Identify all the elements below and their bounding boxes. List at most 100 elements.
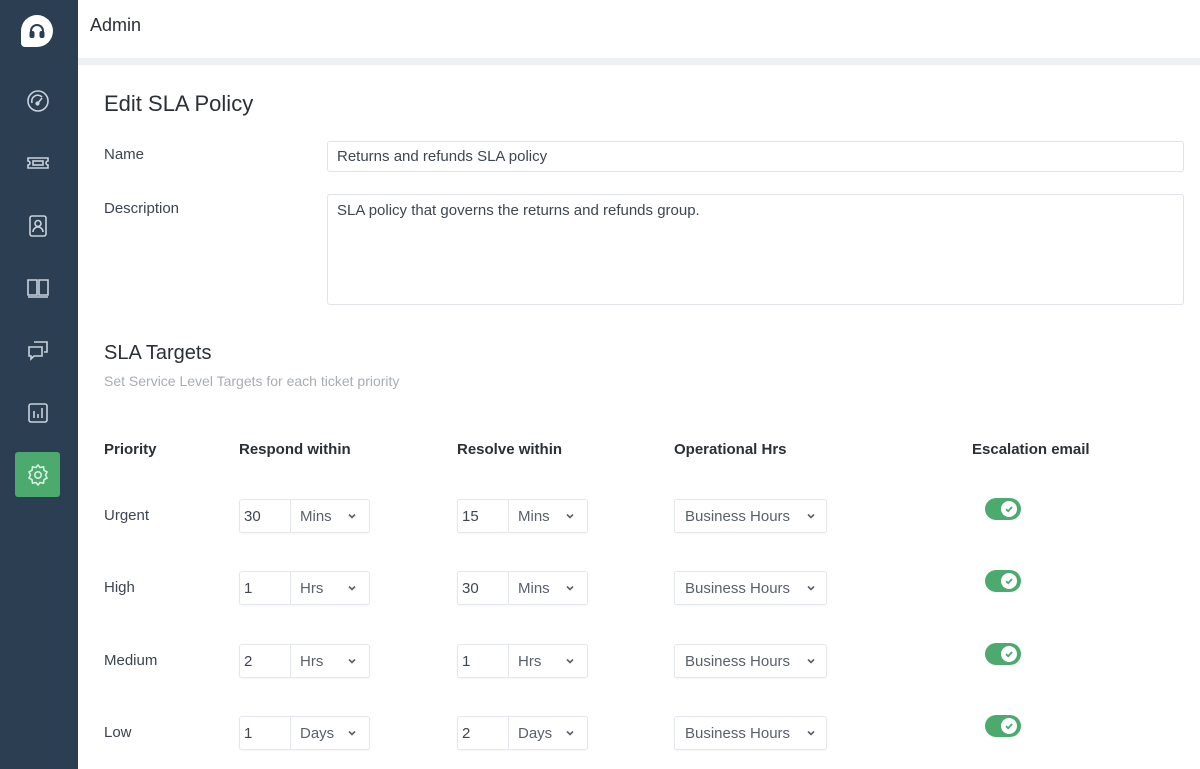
- operational-hrs-select[interactable]: Business Hours: [674, 571, 827, 605]
- operational-hrs-value: Business Hours: [685, 724, 791, 742]
- sidebar-item-knowledge-base[interactable]: [15, 265, 60, 310]
- resolve-within-field: Hrs: [457, 644, 588, 678]
- operational-hrs-select[interactable]: Business Hours: [674, 644, 827, 678]
- top-bar: Admin: [78, 0, 1200, 58]
- sidebar-item-tickets[interactable]: [15, 140, 60, 185]
- check-icon: [1005, 506, 1013, 513]
- chevron-down-icon: [348, 658, 356, 664]
- priority-label: High: [104, 579, 135, 596]
- respond-value-input[interactable]: [240, 645, 291, 677]
- respond-unit-value: Hrs: [300, 579, 324, 597]
- sla-targets-title: SLA Targets: [104, 342, 212, 364]
- sidebar-item-dashboard[interactable]: [15, 78, 60, 123]
- resolve-within-field: Mins: [457, 499, 588, 533]
- respond-unit-value: Mins: [300, 507, 332, 525]
- escalation-email-toggle[interactable]: [985, 498, 1021, 520]
- chevron-down-icon: [348, 585, 356, 591]
- respond-unit-value: Hrs: [300, 652, 324, 670]
- respond-within-field: Mins: [239, 499, 370, 533]
- respond-value-input[interactable]: [240, 572, 291, 604]
- escalation-email-toggle[interactable]: [985, 715, 1021, 737]
- bar-chart-icon: [27, 402, 48, 423]
- respond-unit-value: Days: [300, 724, 335, 742]
- toggle-knob: [1001, 646, 1017, 662]
- respond-unit-select[interactable]: Mins: [291, 500, 369, 532]
- chevron-down-icon: [348, 730, 356, 736]
- chevron-down-icon: [566, 513, 574, 519]
- respond-within-field: Hrs: [239, 571, 370, 605]
- resolve-unit-value: Days: [518, 724, 553, 742]
- sidebar-item-reports[interactable]: [15, 390, 60, 435]
- check-icon: [1005, 723, 1013, 730]
- respond-within-field: Hrs: [239, 644, 370, 678]
- description-input[interactable]: SLA policy that governs the returns and …: [327, 194, 1184, 305]
- sidebar-item-contacts[interactable]: [15, 203, 60, 248]
- page-title: Edit SLA Policy: [104, 91, 254, 116]
- resolve-value-input[interactable]: [458, 645, 509, 677]
- chevron-down-icon: [807, 585, 815, 591]
- priority-label: Urgent: [104, 507, 150, 524]
- chevron-down-icon: [566, 730, 574, 736]
- respond-unit-select[interactable]: Hrs: [291, 645, 369, 677]
- resolve-value-input[interactable]: [458, 717, 509, 749]
- check-icon: [1005, 651, 1013, 658]
- sidebar-item-forums[interactable]: [15, 327, 60, 372]
- chevron-down-icon: [807, 730, 815, 736]
- priority-label: Medium: [104, 652, 158, 669]
- resolve-unit-select[interactable]: Hrs: [509, 645, 587, 677]
- resolve-value-input[interactable]: [458, 572, 509, 604]
- gauge-icon: [26, 89, 49, 112]
- resolve-unit-value: Mins: [518, 579, 550, 597]
- priority-label: Low: [104, 724, 132, 741]
- name-label: Name: [104, 146, 145, 163]
- respond-value-input[interactable]: [240, 717, 291, 749]
- edit-sla-form: Edit SLA Policy Name Description SLA pol…: [78, 65, 1200, 769]
- operational-hrs-value: Business Hours: [685, 652, 791, 670]
- resolve-unit-value: Hrs: [518, 652, 542, 670]
- operational-hrs-value: Business Hours: [685, 507, 791, 525]
- chat-bubbles-icon: [27, 340, 48, 361]
- sidebar-item-admin[interactable]: [15, 452, 60, 497]
- resolve-within-field: Days: [457, 716, 588, 750]
- resolve-unit-value: Mins: [518, 507, 550, 525]
- chevron-down-icon: [807, 513, 815, 519]
- resolve-unit-select[interactable]: Mins: [509, 500, 587, 532]
- headset-logo-icon[interactable]: [21, 15, 53, 47]
- section-title: Admin: [90, 15, 142, 35]
- divider: [78, 58, 1200, 65]
- chevron-down-icon: [348, 513, 356, 519]
- resolve-unit-select[interactable]: Days: [509, 717, 587, 749]
- description-label: Description: [104, 200, 180, 217]
- check-icon: [1005, 578, 1013, 585]
- chevron-down-icon: [566, 658, 574, 664]
- resolve-within-field: Mins: [457, 571, 588, 605]
- operational-hrs-select[interactable]: Business Hours: [674, 499, 827, 533]
- respond-value-input[interactable]: [240, 500, 291, 532]
- sla-targets-subtitle: Set Service Level Targets for each ticke…: [104, 373, 400, 389]
- operational-hrs-select[interactable]: Business Hours: [674, 716, 827, 750]
- name-input[interactable]: [327, 141, 1184, 172]
- escalation-email-toggle[interactable]: [985, 570, 1021, 592]
- column-priority: Priority: [104, 441, 157, 458]
- ticket-icon: [26, 156, 49, 169]
- resolve-unit-select[interactable]: Mins: [509, 572, 587, 604]
- resolve-value-input[interactable]: [458, 500, 509, 532]
- book-icon: [26, 278, 49, 298]
- respond-unit-select[interactable]: Hrs: [291, 572, 369, 604]
- chevron-down-icon: [807, 658, 815, 664]
- contact-icon: [28, 214, 47, 237]
- toggle-knob: [1001, 501, 1017, 517]
- column-escalation-email: Escalation email: [972, 441, 1090, 458]
- gear-icon: [27, 463, 48, 486]
- escalation-email-toggle[interactable]: [985, 643, 1021, 665]
- toggle-knob: [1001, 573, 1017, 589]
- respond-within-field: Days: [239, 716, 370, 750]
- chevron-down-icon: [566, 585, 574, 591]
- column-resolve-within: Resolve within: [457, 441, 563, 458]
- sidebar: [0, 0, 78, 769]
- toggle-knob: [1001, 718, 1017, 734]
- respond-unit-select[interactable]: Days: [291, 717, 369, 749]
- column-respond-within: Respond within: [239, 441, 351, 458]
- operational-hrs-value: Business Hours: [685, 579, 791, 597]
- column-operational-hrs: Operational Hrs: [674, 441, 787, 458]
